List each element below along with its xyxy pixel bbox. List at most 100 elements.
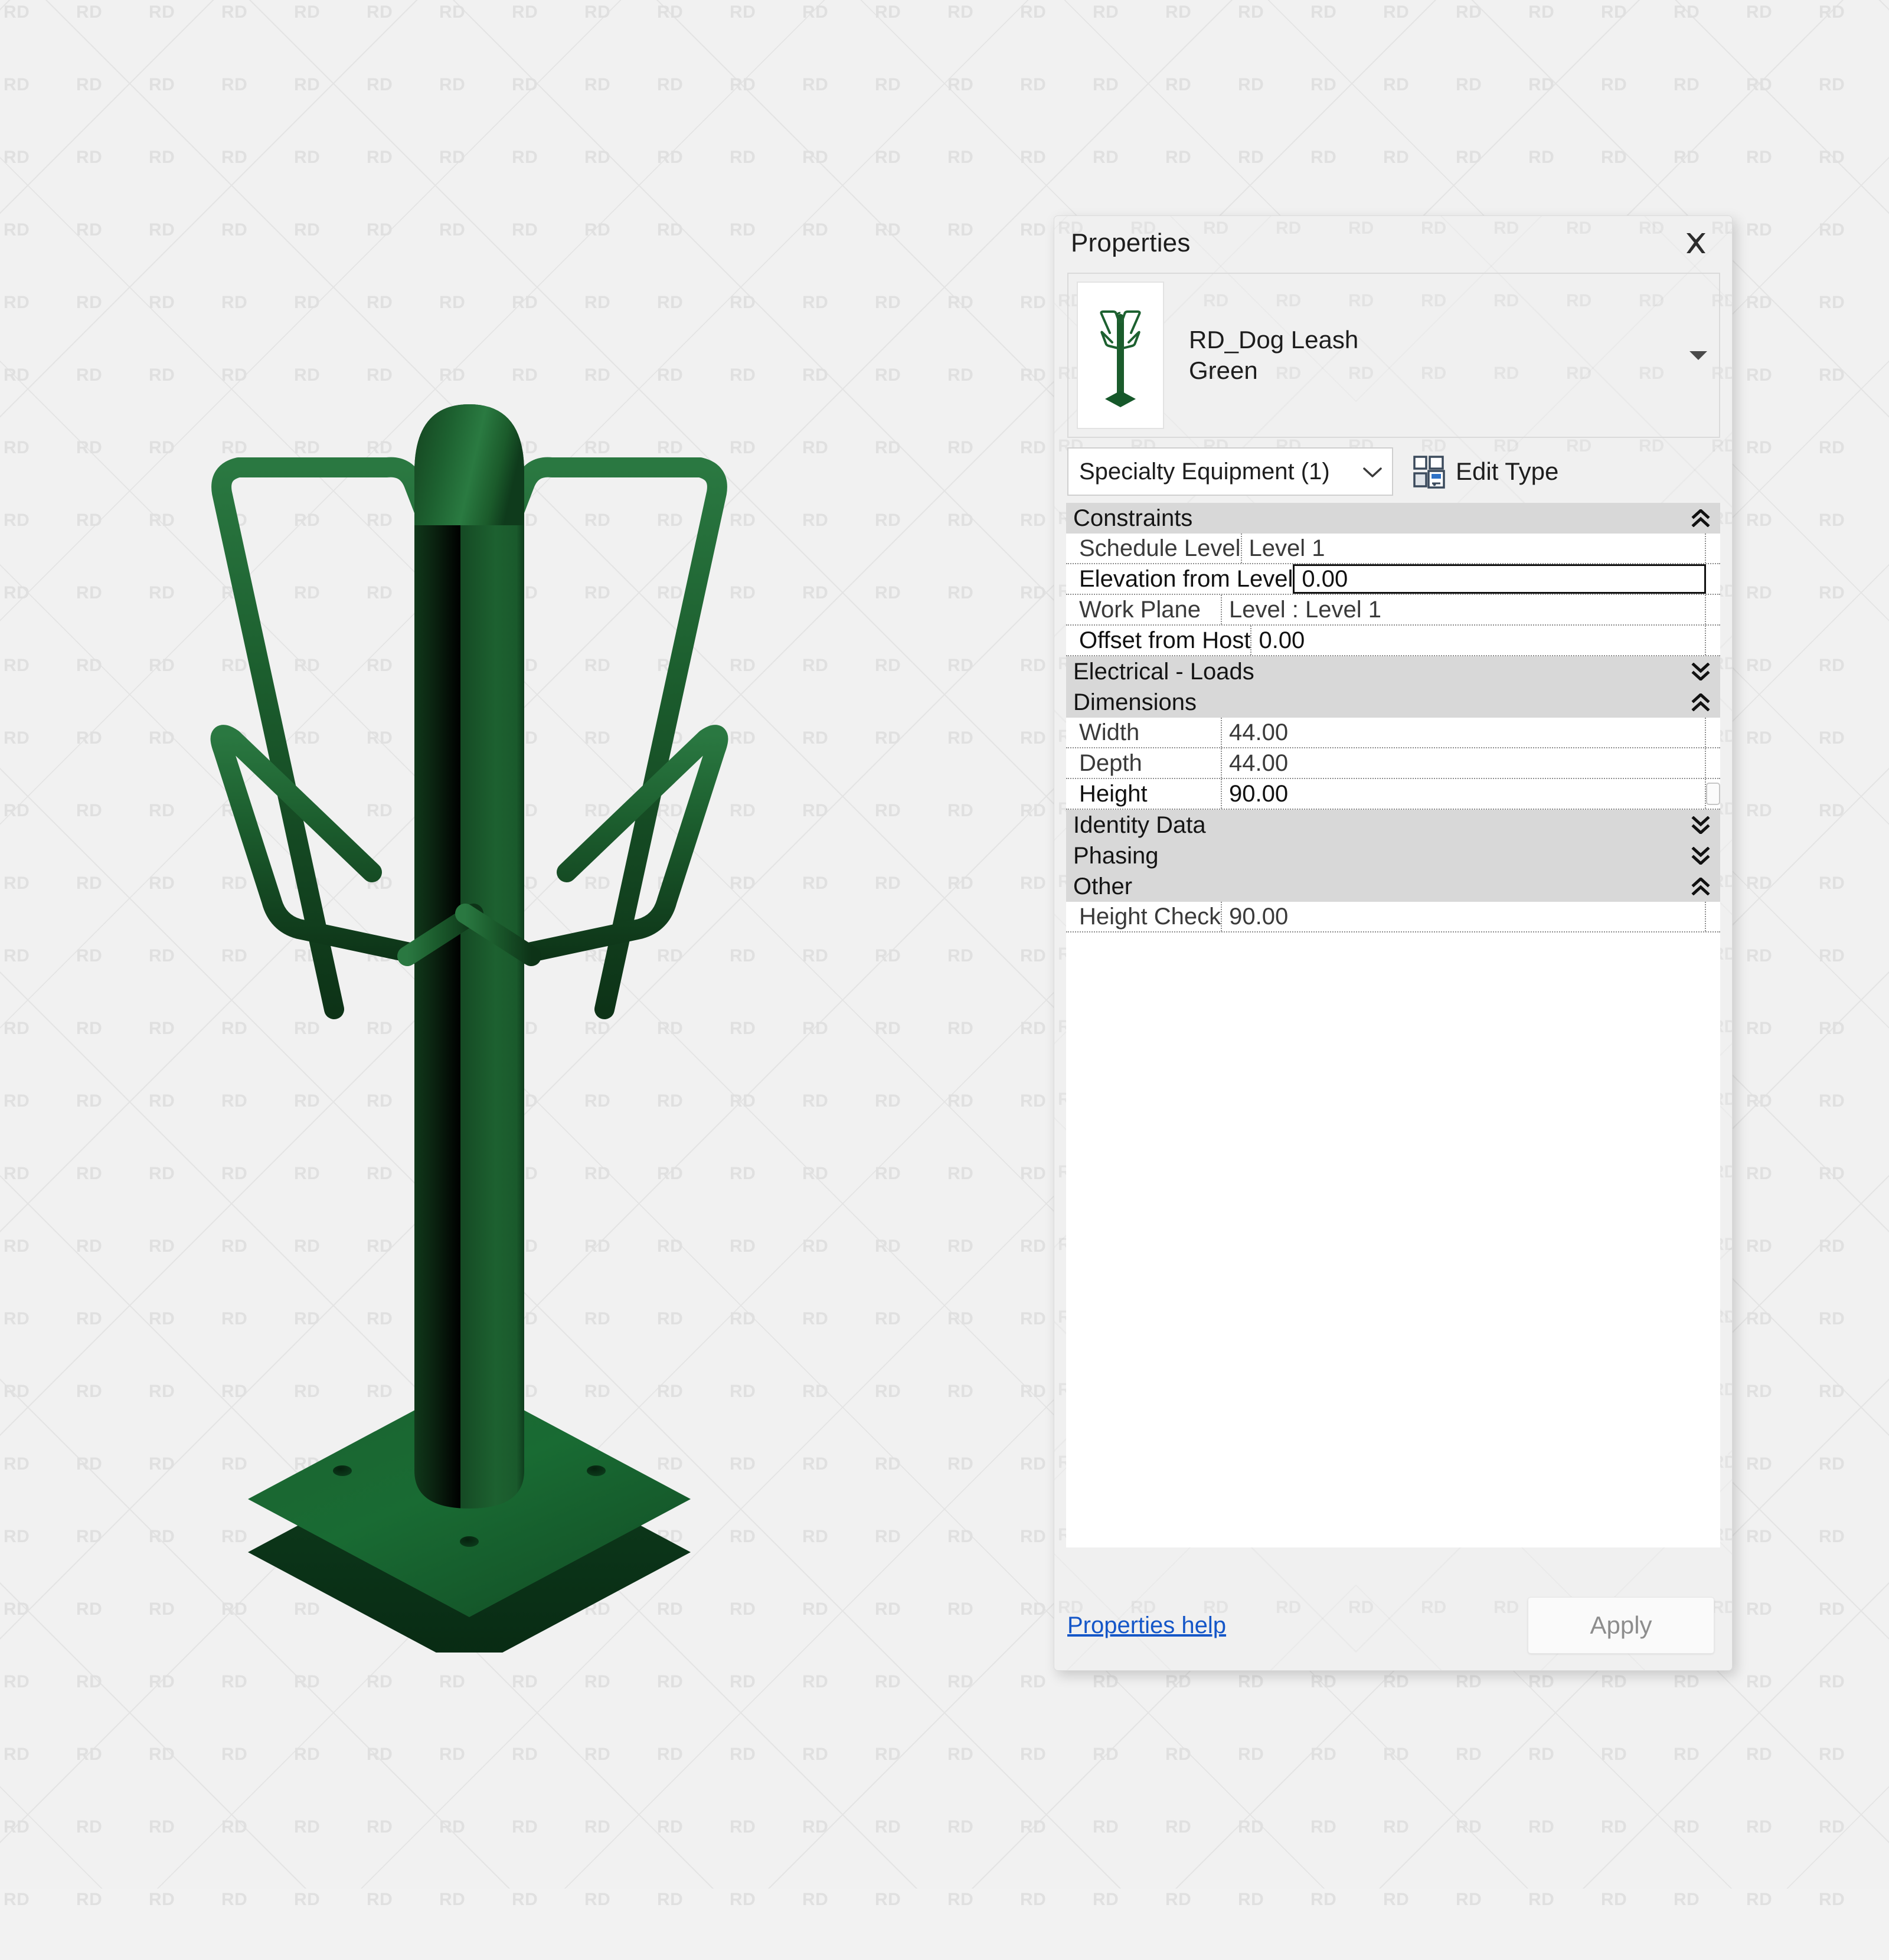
watermark-tile: RD	[0, 1887, 73, 1960]
parameter-row-tail	[1706, 779, 1720, 809]
watermark-tile: RD	[653, 0, 726, 73]
parameter-grid: ConstraintsSchedule LevelLevel 1Elevatio…	[1066, 503, 1720, 1547]
chevron-double-up-icon[interactable]	[1691, 878, 1711, 895]
edit-type-button[interactable]: Edit Type	[1412, 454, 1558, 489]
group-header-other[interactable]: Other	[1066, 871, 1720, 902]
properties-help-link[interactable]: Properties help	[1067, 1612, 1226, 1639]
watermark-tile: RD	[73, 1742, 145, 1815]
parameter-value-input[interactable]: 90.00	[1221, 779, 1706, 809]
associate-parameter-button[interactable]	[1706, 783, 1720, 805]
category-select[interactable]: Specialty Equipment (1)	[1067, 447, 1393, 496]
watermark-tile: RD	[653, 1815, 726, 1887]
chevron-glyph	[1691, 878, 1711, 895]
watermark-tile: RD	[1815, 145, 1888, 218]
panel-title-bar: Properties	[1054, 216, 1732, 270]
group-header-identity-data[interactable]: Identity Data	[1066, 810, 1720, 840]
watermark-tile: RD	[1670, 1887, 1743, 1960]
watermark-tile: RD	[799, 1379, 871, 1452]
watermark-tile: RD	[653, 1742, 726, 1815]
page-title: Properties	[1071, 228, 1678, 258]
category-row: Specialty Equipment (1) Edit Typ	[1067, 447, 1720, 496]
type-selector[interactable]: RD_Dog Leash Green	[1067, 273, 1720, 438]
watermark-tile: RD	[799, 799, 871, 871]
watermark-tile: RD	[1815, 436, 1888, 508]
watermark-tile: RD	[799, 73, 871, 145]
watermark-tile: RD	[436, 1670, 508, 1742]
watermark-tile: RD	[0, 1742, 73, 1815]
parameter-value-input[interactable]: Level 1	[1241, 534, 1706, 563]
parameter-row: Elevation from Level0.00	[1066, 564, 1720, 595]
watermark-tile: RD	[1815, 1452, 1888, 1524]
watermark-tile: RD	[944, 1379, 1017, 1452]
watermark-tile: RD	[944, 1161, 1017, 1234]
close-icon[interactable]	[1678, 225, 1714, 261]
watermark-tile: RD	[1815, 1089, 1888, 1161]
watermark-tile: RD	[218, 1670, 290, 1742]
chevron-double-down-icon[interactable]	[1691, 816, 1711, 834]
watermark-tile: RD	[1597, 145, 1670, 218]
watermark-tile: RD	[1815, 1016, 1888, 1089]
watermark-tile: RD	[871, 73, 944, 145]
group-header-electrical-loads[interactable]: Electrical - Loads	[1066, 656, 1720, 687]
watermark-tile: RD	[1743, 944, 1815, 1016]
watermark-tile: RD	[1815, 1524, 1888, 1597]
watermark-tile: RD	[944, 1742, 1017, 1815]
watermark-tile: RD	[1597, 1887, 1670, 1960]
group-header-dimensions[interactable]: Dimensions	[1066, 687, 1720, 718]
parameter-name: Width	[1066, 719, 1221, 746]
watermark-tile: RD	[1815, 726, 1888, 799]
watermark-tile: RD	[944, 1815, 1017, 1887]
group-header-phasing[interactable]: Phasing	[1066, 840, 1720, 871]
chevron-double-down-icon[interactable]	[1691, 847, 1711, 865]
watermark-tile: RD	[508, 1887, 581, 1960]
watermark-tile: RD	[1452, 1670, 1525, 1742]
watermark-tile: RD	[218, 73, 290, 145]
chevron-double-up-icon[interactable]	[1691, 509, 1711, 527]
watermark-tile: RD	[145, 1815, 218, 1887]
apply-button[interactable]: Apply	[1528, 1597, 1714, 1654]
chevron-down-icon	[1357, 459, 1384, 485]
category-caret-glyph	[1361, 465, 1384, 479]
watermark-tile: RD	[508, 1815, 581, 1887]
watermark-tile: RD	[218, 0, 290, 73]
group-header-constraints[interactable]: Constraints	[1066, 503, 1720, 534]
watermark-tile: RD	[799, 1815, 871, 1887]
watermark-tile: RD	[1089, 1815, 1162, 1887]
watermark-tile: RD	[799, 145, 871, 218]
watermark-tile: RD	[508, 1670, 581, 1742]
watermark-tile: RD	[871, 1379, 944, 1452]
chevron-double-up-icon[interactable]	[1691, 693, 1711, 711]
watermark-tile: RD	[1089, 1742, 1162, 1815]
watermark-tile: RD	[944, 73, 1017, 145]
watermark-tile: RD	[1089, 1887, 1162, 1960]
watermark-tile: RD	[1670, 1742, 1743, 1815]
watermark-tile: RD	[1743, 363, 1815, 436]
watermark-tile: RD	[1743, 871, 1815, 944]
bolt-hole-left	[333, 1465, 352, 1476]
chevron-down-icon[interactable]	[1678, 349, 1719, 361]
chevron-double-down-icon[interactable]	[1691, 663, 1711, 680]
edit-type-label: Edit Type	[1456, 457, 1558, 486]
watermark-tile: RD	[0, 1234, 73, 1307]
watermark-tile: RD	[726, 1670, 799, 1742]
parameter-name: Height Check	[1066, 904, 1221, 930]
watermark-tile: RD	[1089, 0, 1162, 73]
watermark-tile: RD	[581, 145, 653, 218]
parameter-value-input[interactable]: 90.00	[1221, 902, 1706, 931]
parameter-value-input[interactable]: 0.00	[1250, 626, 1706, 655]
watermark-tile: RD	[1597, 1742, 1670, 1815]
watermark-tile: RD	[1452, 1742, 1525, 1815]
parameter-value-input-focused[interactable]: 0.00	[1293, 564, 1706, 594]
watermark-tile: RD	[944, 1089, 1017, 1161]
watermark-tile: RD	[944, 871, 1017, 944]
watermark-tile: RD	[0, 944, 73, 1016]
watermark-tile: RD	[1815, 1161, 1888, 1234]
parameter-value-input[interactable]: 44.00	[1221, 748, 1706, 778]
watermark-tile: RD	[1597, 1815, 1670, 1887]
watermark-tile: RD	[799, 653, 871, 726]
parameter-value-input[interactable]: Level : Level 1	[1221, 595, 1706, 624]
watermark-tile: RD	[363, 0, 436, 73]
watermark-tile: RD	[581, 1887, 653, 1960]
parameter-row: Schedule LevelLevel 1	[1066, 534, 1720, 564]
parameter-value-input[interactable]: 44.00	[1221, 718, 1706, 747]
